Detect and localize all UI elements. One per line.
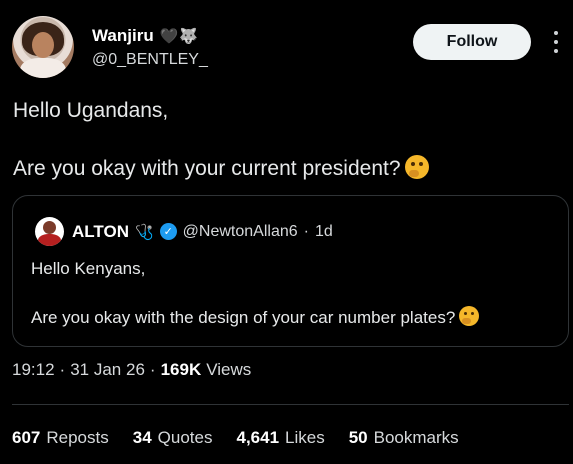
- likes-label: Likes: [285, 428, 325, 447]
- divider: [12, 404, 569, 405]
- more-dot: [554, 40, 558, 44]
- bookmarks-stat[interactable]: 50 Bookmarks: [349, 428, 459, 448]
- quoted-author-name[interactable]: ALTON: [72, 222, 129, 242]
- thinking-face-icon: [459, 306, 480, 326]
- avatar-body: [20, 58, 66, 78]
- quoted-tweet-header: ALTON 🩺 ✓ @NewtonAllan6 · 1d: [35, 217, 333, 246]
- meta-separator: ·: [59, 360, 66, 379]
- follow-button[interactable]: Follow: [413, 24, 531, 60]
- tweet-spacer: [13, 126, 553, 154]
- tweet-meta: 19:12 · 31 Jan 26 · 169K Views: [12, 360, 251, 380]
- tweet-header: Wanjiru 🖤🐺 @0_BENTLEY_ Follow: [0, 0, 573, 90]
- tweet-line-2-text: Are you okay with your current president…: [13, 157, 401, 180]
- reposts-stat[interactable]: 607 Reposts: [12, 428, 109, 448]
- quotes-label: Quotes: [157, 428, 213, 447]
- reposts-label: Reposts: [46, 428, 109, 447]
- verified-badge-icon: ✓: [159, 223, 177, 240]
- quoted-tweet-card[interactable]: ALTON 🩺 ✓ @NewtonAllan6 · 1d Hello Kenya…: [12, 195, 569, 347]
- quoted-tweet-time[interactable]: 1d: [315, 223, 333, 241]
- quoted-line-2-text: Are you okay with the design of your car…: [31, 308, 456, 327]
- quoted-line-1: Hello Kenyans,: [31, 259, 146, 278]
- meta-separator: ·: [149, 360, 156, 379]
- avatar-face: [32, 32, 54, 58]
- likes-stat[interactable]: 4,641 Likes: [236, 428, 324, 448]
- tweet-time[interactable]: 19:12: [12, 360, 55, 380]
- more-dot: [554, 31, 558, 35]
- views-label: Views: [206, 360, 252, 379]
- quoted-author-name-emoji: 🩺: [134, 223, 154, 241]
- quoted-line-2: Are you okay with the design of your car…: [31, 306, 551, 330]
- engagement-stats: 607 Reposts 34 Quotes 4,641 Likes 50 Boo…: [12, 428, 459, 448]
- author-name-line: Wanjiru 🖤🐺: [92, 26, 199, 46]
- thinking-face-icon: [404, 155, 429, 179]
- quoted-spacer: [31, 281, 551, 306]
- author-name-emoji: 🖤🐺: [159, 28, 200, 45]
- quotes-stat[interactable]: 34 Quotes: [133, 428, 213, 448]
- quoted-header-separator: ·: [303, 222, 309, 240]
- more-options-icon[interactable]: [548, 31, 564, 53]
- bookmarks-count: 50: [348, 428, 368, 447]
- tweet-date[interactable]: 31 Jan 26: [70, 360, 145, 380]
- bookmarks-label: Bookmarks: [373, 428, 459, 447]
- quoted-author-avatar[interactable]: [35, 217, 64, 246]
- author-avatar[interactable]: [12, 16, 74, 78]
- tweet-line-1: Hello Ugandans,: [13, 99, 169, 122]
- tweet-line-2: Are you okay with your current president…: [13, 154, 553, 184]
- quoted-author-handle[interactable]: @NewtonAllan6: [183, 223, 298, 241]
- quoted-tweet-text: Hello Kenyans, Are you okay with the des…: [31, 257, 551, 330]
- author-display-name[interactable]: Wanjiru: [92, 26, 154, 46]
- views-count: 169K: [160, 360, 202, 379]
- likes-count: 4,641: [236, 428, 280, 447]
- more-dot: [554, 49, 558, 53]
- tweet-text: Hello Ugandans, Are you okay with your c…: [13, 96, 553, 184]
- reposts-count: 607: [12, 428, 41, 447]
- quotes-count: 34: [132, 428, 152, 447]
- author-handle[interactable]: @0_BENTLEY_: [92, 51, 208, 69]
